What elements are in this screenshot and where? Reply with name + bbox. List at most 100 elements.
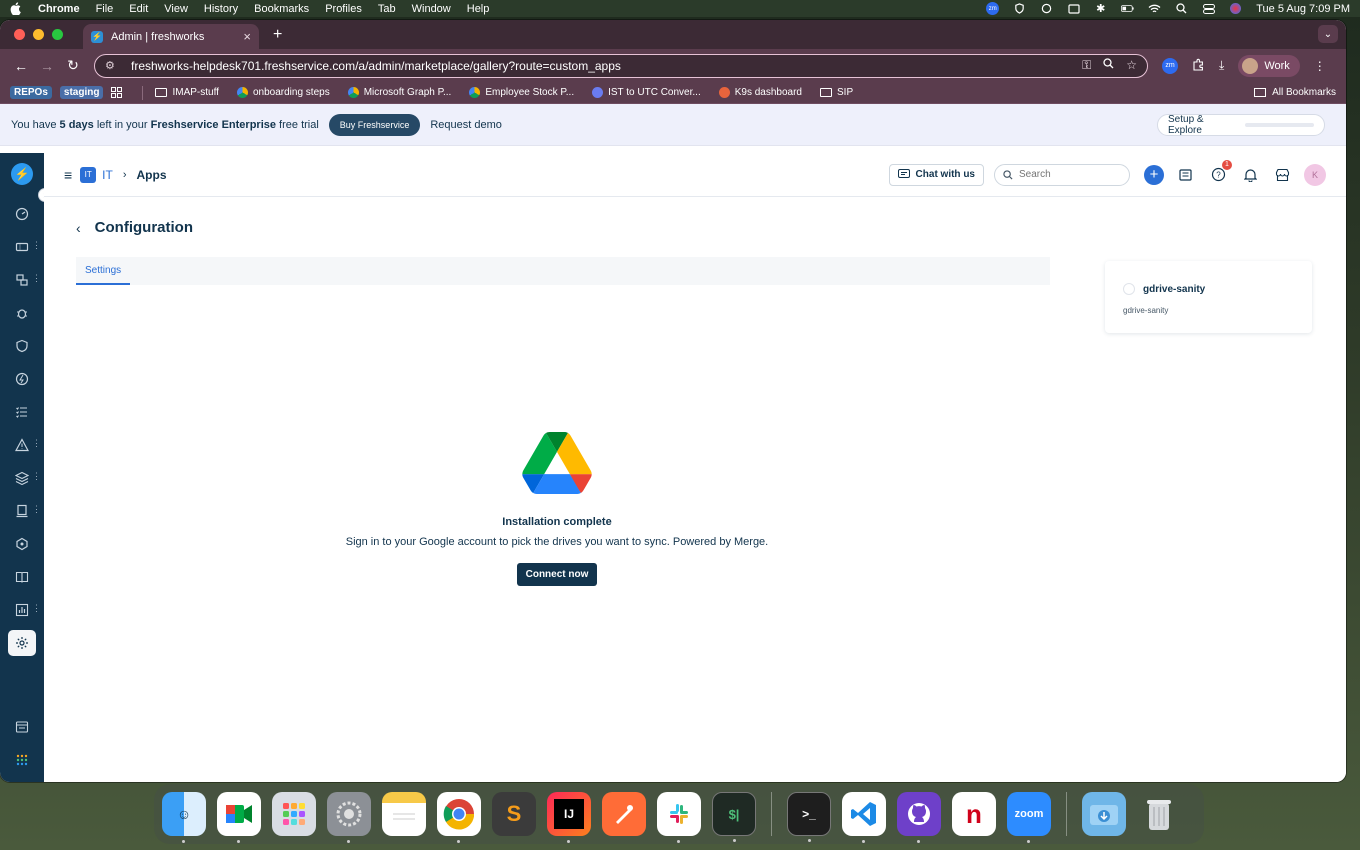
menu-history[interactable]: History [204, 3, 238, 15]
bookmark-sip[interactable]: SIP [820, 87, 853, 98]
tab-settings[interactable]: Settings [76, 257, 131, 285]
zoom-icon[interactable] [1103, 58, 1114, 73]
browser-tab-active[interactable]: ⚡ Admin | freshworks × [83, 24, 259, 49]
apple-icon[interactable] [10, 2, 22, 15]
nav-cmdb[interactable]: ⋮ [0, 461, 44, 494]
request-demo-link[interactable]: Request demo [430, 119, 502, 131]
menu-tab[interactable]: Tab [378, 3, 396, 15]
hamburger-menu-icon[interactable]: ≡ [64, 167, 72, 183]
launchpad-icon[interactable] [272, 792, 316, 836]
menu-view[interactable]: View [164, 3, 188, 15]
workspace-badge[interactable]: IT [80, 166, 97, 183]
extensions-puzzle-icon[interactable] [1192, 58, 1205, 74]
nav-alerts[interactable]: ⋮ [0, 428, 44, 461]
site-info-icon[interactable]: ⚙ [105, 59, 121, 72]
all-bookmarks[interactable]: All Bookmarks [1254, 87, 1336, 98]
github-desktop-icon[interactable] [897, 792, 941, 843]
google-meet-icon[interactable] [217, 792, 261, 843]
forward-button[interactable]: → [34, 58, 60, 74]
news-app-icon[interactable]: n [952, 792, 996, 836]
zoom-extension-icon[interactable]: zm [1162, 57, 1178, 74]
nav-releases[interactable] [0, 362, 44, 395]
slack-icon[interactable] [657, 792, 701, 843]
nav-changes[interactable] [0, 329, 44, 362]
bell-icon[interactable] [1240, 165, 1260, 185]
bookmark-k9s-dashboard[interactable]: K9s dashboard [718, 87, 802, 98]
close-window-button[interactable] [14, 29, 25, 40]
bluetooth-icon[interactable]: ✱ [1094, 3, 1107, 15]
menu-bookmarks[interactable]: Bookmarks [254, 3, 309, 15]
back-button[interactable]: ← [8, 58, 34, 74]
bookmark-employee-stock[interactable]: Employee Stock P... [469, 87, 574, 98]
wifi-icon[interactable] [1148, 3, 1161, 14]
marketplace-store-icon[interactable] [1272, 165, 1292, 185]
maximize-window-button[interactable] [52, 29, 63, 40]
downloads-icon[interactable]: ⤓ [1219, 58, 1224, 73]
nav-solutions[interactable] [0, 560, 44, 593]
nav-assets[interactable]: ⋮ [0, 263, 44, 296]
nav-dashboard[interactable] [0, 197, 44, 230]
apps-grid-icon[interactable] [111, 87, 123, 98]
nav-workflows[interactable] [0, 527, 44, 560]
zoom-app-icon[interactable]: zoom [1007, 792, 1051, 843]
menubar-clock[interactable]: Tue 5 Aug 7:09 PM [1256, 3, 1350, 15]
intellij-idea-icon[interactable]: IJ [547, 792, 591, 843]
spotlight-search-icon[interactable] [1175, 3, 1188, 14]
chrome-menu-icon[interactable]: ⋮ [1314, 59, 1326, 73]
password-key-icon[interactable]: ⚿ [1082, 58, 1091, 73]
downloads-folder-icon[interactable] [1082, 792, 1126, 836]
postman-icon[interactable] [602, 792, 646, 836]
global-search[interactable] [994, 163, 1130, 186]
siri-icon[interactable] [1229, 3, 1242, 14]
freshservice-logo[interactable]: ⚡ [11, 163, 33, 185]
bookmark-staging[interactable]: staging [59, 86, 104, 99]
shield-status-icon[interactable] [1013, 3, 1026, 14]
bookmark-onboarding-steps[interactable]: onboarding steps [236, 87, 330, 98]
notes-icon[interactable] [382, 792, 426, 836]
system-settings-icon[interactable] [327, 792, 371, 843]
bookmark-microsoft-graph[interactable]: Microsoft Graph P... [347, 87, 451, 98]
new-item-plus-button[interactable]: + [1144, 164, 1164, 185]
nav-tickets[interactable]: ⋮ [0, 230, 44, 263]
control-center-icon[interactable] [1202, 3, 1215, 14]
sublime-text-icon[interactable]: S [492, 792, 536, 836]
workspace-link[interactable]: IT [102, 168, 113, 182]
iterm-icon[interactable]: $| [712, 792, 756, 842]
zoom-status-icon[interactable]: zm [986, 2, 1000, 15]
buy-freshservice-button[interactable]: Buy Freshservice [328, 113, 421, 136]
battery-icon[interactable] [1121, 3, 1134, 14]
profile-button[interactable]: Work [1238, 54, 1300, 77]
nav-problems[interactable] [0, 296, 44, 329]
back-arrow-icon[interactable]: ‹ [76, 220, 81, 236]
bookmark-repos[interactable]: REPOs [10, 86, 52, 99]
window-status-icon[interactable] [1067, 3, 1080, 14]
menu-profiles[interactable]: Profiles [325, 3, 362, 15]
user-avatar[interactable]: K [1304, 163, 1326, 186]
vscode-icon[interactable] [842, 792, 886, 843]
menu-window[interactable]: Window [412, 3, 451, 15]
nav-portal[interactable] [0, 710, 44, 743]
finder-icon[interactable]: ☺ [162, 792, 206, 843]
terminal-icon[interactable]: >_ [787, 792, 831, 842]
service-desk-icon[interactable] [1176, 165, 1196, 185]
help-icon[interactable]: ? 1 [1208, 159, 1232, 185]
close-tab-icon[interactable]: × [243, 29, 251, 44]
chat-with-us-button[interactable]: Chat with us [888, 163, 984, 186]
nav-app-switcher[interactable] [0, 743, 44, 776]
address-bar[interactable]: ⚙ freshworks-helpdesk701.freshservice.co… [94, 53, 1148, 78]
menu-file[interactable]: File [96, 3, 114, 15]
bookmark-ist-to-utc[interactable]: IST to UTC Conver... [592, 87, 701, 98]
nav-service-catalog[interactable]: ⋮ [0, 494, 44, 527]
menu-edit[interactable]: Edit [129, 3, 148, 15]
chrome-icon[interactable] [437, 792, 481, 843]
nav-admin[interactable] [0, 626, 44, 659]
connect-now-button[interactable]: Connect now [516, 563, 598, 586]
setup-explore-button[interactable]: Setup & Explore [1157, 113, 1325, 136]
nav-reports[interactable]: ⋮ [0, 593, 44, 626]
bookmark-star-icon[interactable]: ☆ [1126, 58, 1137, 73]
reload-button[interactable]: ↻ [60, 57, 86, 74]
bookmark-imap-stuff[interactable]: IMAP-stuff [155, 87, 219, 98]
url-text[interactable]: freshworks-helpdesk701.freshservice.com/… [131, 59, 621, 73]
vpn-status-icon[interactable] [1040, 3, 1053, 14]
trash-icon[interactable] [1137, 792, 1181, 836]
